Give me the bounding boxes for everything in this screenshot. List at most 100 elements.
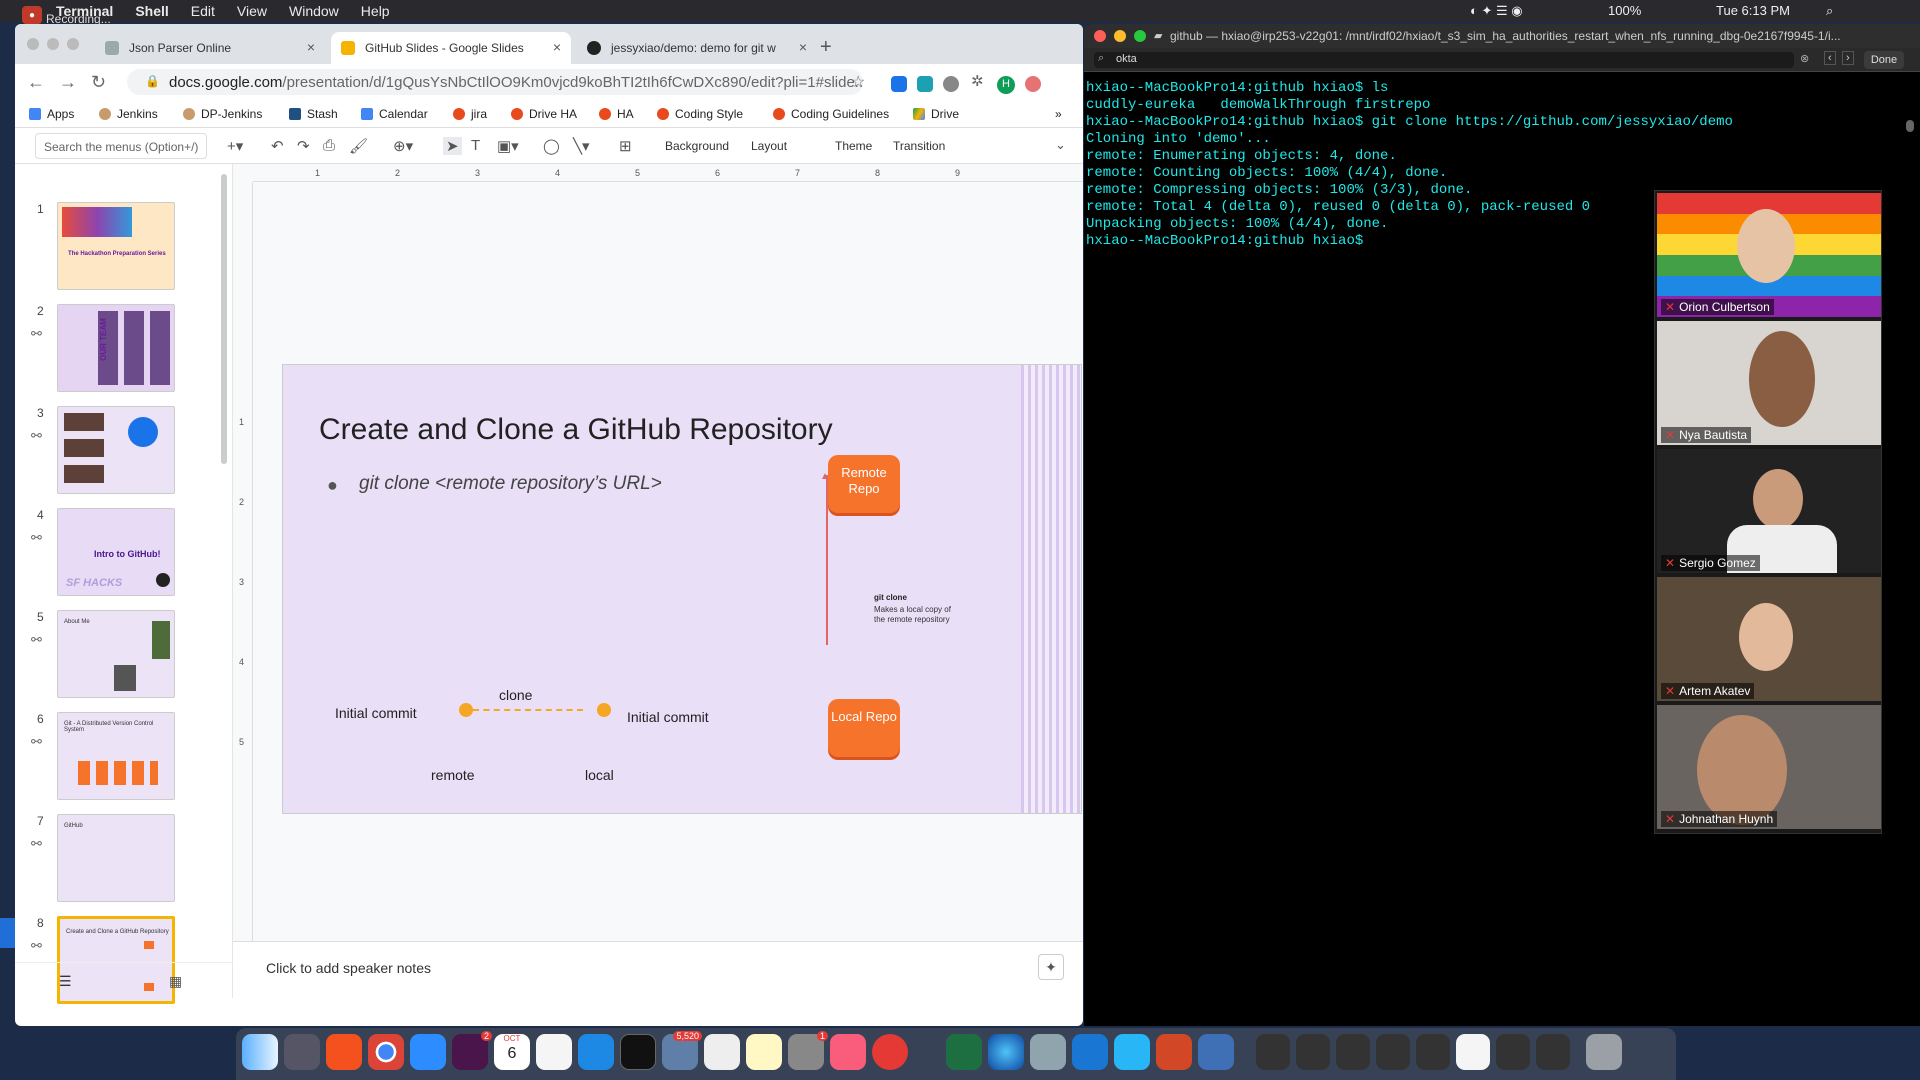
vscode-icon[interactable] [1072, 1034, 1108, 1070]
menu-window[interactable]: Window [289, 3, 339, 19]
close-tab-icon[interactable]: × [553, 39, 561, 55]
background-button[interactable]: Background [665, 139, 729, 153]
remote-repo-cylinder[interactable]: Remote Repo [828, 455, 900, 513]
menu-view[interactable]: View [237, 3, 267, 19]
shape-icon[interactable]: ◯ [543, 137, 560, 155]
zoom-window-button[interactable] [67, 38, 79, 50]
local-repo-cylinder[interactable]: Local Repo [828, 699, 900, 757]
extension-red-icon[interactable] [1025, 76, 1041, 92]
textedit-icon[interactable] [704, 1034, 740, 1070]
find-input[interactable]: okta [1094, 52, 1794, 68]
tab-json-parser[interactable]: Json Parser Online × [95, 32, 325, 64]
profile-avatar[interactable]: H [997, 76, 1015, 94]
clear-search-icon[interactable]: ⊗ [1800, 52, 1809, 65]
speaker-notes-panel[interactable]: Click to add speaker notes ✦ [233, 941, 1083, 998]
select-cursor-icon[interactable]: ➤ [443, 137, 462, 155]
bookmark-ha[interactable]: HA [599, 107, 634, 121]
feather-icon[interactable] [1198, 1034, 1234, 1070]
explore-icon[interactable]: ✦ [1038, 954, 1064, 980]
chrome-icon[interactable] [368, 1034, 404, 1070]
clock[interactable]: Tue 6:13 PM [1716, 3, 1790, 18]
participant-tile[interactable]: ✕ Johnathan Huynh [1657, 705, 1881, 829]
slide-thumbnail-2[interactable]: OUR TEAM [57, 304, 175, 392]
participant-tile[interactable]: ✕ Orion Culbertson [1657, 193, 1881, 317]
bookmark-apps[interactable]: Apps [29, 107, 74, 121]
minimize-window-button[interactable] [47, 38, 59, 50]
theme-button[interactable]: Theme [835, 139, 872, 153]
bookmark-dp-jenkins[interactable]: DP-Jenkins [183, 107, 262, 121]
slide-thumbnail-4[interactable]: Intro to GitHub! SF HACKS [57, 508, 175, 596]
preview-icon[interactable] [1030, 1034, 1066, 1070]
window-thumbnail[interactable] [1496, 1034, 1530, 1070]
slack-icon[interactable]: 2 [452, 1031, 492, 1070]
status-icons[interactable]: ◐ ✦ ☰ ◉ [1470, 3, 1523, 19]
calendar-icon[interactable]: OCT 6 [494, 1034, 530, 1070]
collapse-toolbar-icon[interactable]: ⌄ [1055, 137, 1066, 153]
excel-icon[interactable] [946, 1034, 982, 1070]
slide-thumbnail-5[interactable]: About Me [57, 610, 175, 698]
slide-thumbnail-7[interactable]: GitHub [57, 814, 175, 902]
forward-icon[interactable]: → [59, 72, 77, 93]
close-tab-icon[interactable]: × [798, 39, 807, 55]
bookmark-calendar[interactable]: Calendar [361, 107, 428, 121]
omnibox[interactable]: 🔒 docs.google.com/presentation/d/1gQusYs… [127, 69, 863, 95]
minimize-window-button[interactable] [1114, 30, 1126, 42]
slide-thumbnail-3[interactable] [57, 406, 175, 494]
zoom-window-button[interactable] [1134, 30, 1146, 42]
window-thumbnail[interactable] [1256, 1034, 1290, 1070]
paint-format-icon[interactable]: 🖌 [349, 137, 368, 155]
comment-icon[interactable]: ⊞ [619, 137, 632, 155]
zoom-icon[interactable]: ⊕▾ [393, 137, 413, 155]
print-icon[interactable]: ⎙ [323, 137, 335, 154]
edge-icon[interactable] [988, 1034, 1024, 1070]
bookmark-jira[interactable]: jira [453, 107, 487, 121]
transition-button[interactable]: Transition [893, 139, 945, 153]
new-tab-button[interactable]: + [820, 36, 832, 59]
bookmark-star-icon[interactable]: ☆ [851, 72, 865, 92]
menu-shell[interactable]: Shell [135, 3, 168, 19]
find-previous-icon[interactable]: ‹ [1824, 51, 1836, 65]
redo-icon[interactable]: ↷ [297, 137, 310, 155]
notes-icon[interactable] [536, 1034, 572, 1070]
app-store-icon[interactable] [578, 1034, 614, 1070]
window-thumbnail[interactable] [1336, 1034, 1370, 1070]
reload-icon[interactable]: ↻ [91, 72, 106, 93]
slide-thumbnail-6[interactable]: Git - A Distributed Version Control Syst… [57, 712, 175, 800]
extensions-puzzle-icon[interactable]: ✲ [971, 72, 984, 90]
powerpoint-icon[interactable] [1156, 1034, 1192, 1070]
bookmark-coding-guidelines[interactable]: Coding Guidelines [773, 107, 889, 121]
battery-percent[interactable]: 100% [1608, 3, 1641, 18]
tab-google-slides[interactable]: GitHub Slides - Google Slides × [331, 32, 571, 64]
undo-icon[interactable]: ↶ [271, 137, 284, 155]
zoom-extension-icon[interactable] [891, 76, 907, 92]
close-tab-icon[interactable]: × [307, 39, 315, 55]
system-preferences-icon[interactable]: 1 [788, 1031, 828, 1070]
keynote-icon[interactable] [1114, 1034, 1150, 1070]
extension-icon[interactable] [917, 76, 933, 92]
window-thumbnail[interactable] [1296, 1034, 1330, 1070]
photos-icon[interactable]: 5,520 [662, 1031, 702, 1070]
filmstrip-scrollbar[interactable] [221, 174, 227, 464]
terminal-scrollbar[interactable] [1906, 120, 1914, 132]
bookmarks-overflow-button[interactable]: » [1055, 107, 1062, 121]
window-thumbnail[interactable] [1456, 1034, 1490, 1070]
finder-icon[interactable] [242, 1034, 278, 1070]
participant-tile[interactable]: ✕ Sergio Gomez [1657, 449, 1881, 573]
new-slide-icon[interactable]: +▾ [227, 137, 243, 155]
trash-icon[interactable] [1586, 1034, 1622, 1070]
line-icon[interactable]: ╲▾ [573, 137, 590, 155]
bookmark-jenkins[interactable]: Jenkins [99, 107, 158, 121]
bullet-text[interactable]: git clone <remote repository’s URL> [359, 473, 662, 495]
music-icon[interactable] [830, 1034, 866, 1070]
terminal-icon[interactable] [620, 1034, 656, 1070]
zoom-icon[interactable] [410, 1034, 446, 1070]
stickies-icon[interactable] [746, 1034, 782, 1070]
extension-circle-icon[interactable] [943, 76, 959, 92]
bookmark-coding-style[interactable]: Coding Style [657, 107, 743, 121]
gitlab-icon[interactable] [326, 1034, 362, 1070]
bookmark-stash[interactable]: Stash [289, 107, 338, 121]
slide-title[interactable]: Create and Clone a GitHub Repository [319, 413, 833, 447]
menu-help[interactable]: Help [361, 3, 390, 19]
find-next-icon[interactable]: › [1842, 51, 1854, 65]
menu-edit[interactable]: Edit [191, 3, 215, 19]
